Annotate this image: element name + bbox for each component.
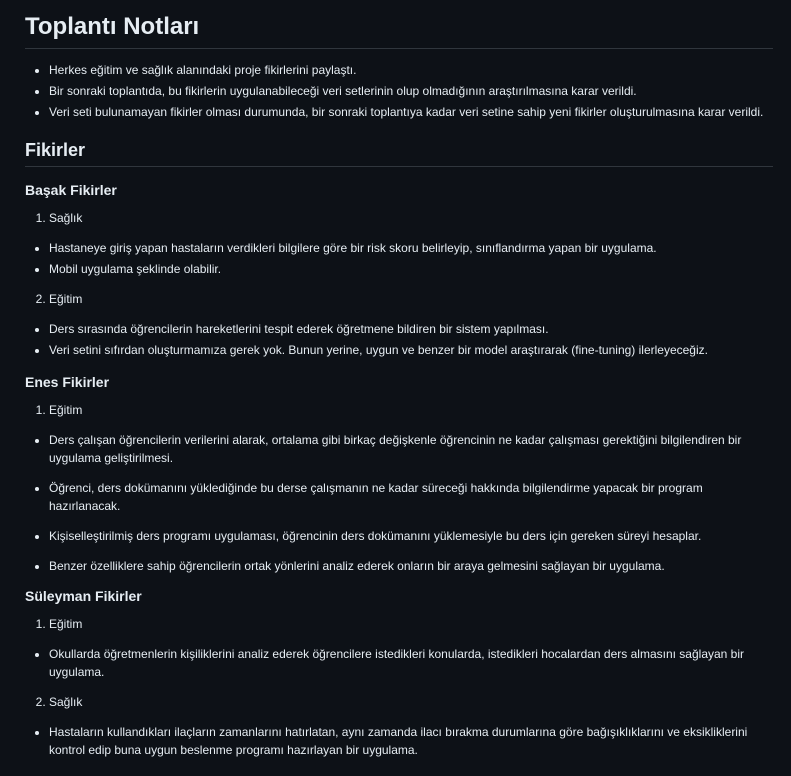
- list-item: Okullarda öğretmenlerin kişiliklerini an…: [49, 645, 773, 681]
- list-item: Ders sırasında öğrencilerin hareketlerin…: [49, 320, 773, 338]
- list-item: Hastaların kullandıkları ilaçların zaman…: [49, 723, 773, 759]
- suleyman-heading: Süleyman Fikirler: [25, 588, 142, 604]
- list-item: Hastaneye giriş yapan hastaların verdikl…: [49, 239, 773, 257]
- document: Toplantı Notları Herkes eğitim ve sağlık…: [0, 0, 791, 759]
- basak-health-list: Hastaneye giriş yapan hastaların verdikl…: [25, 239, 773, 278]
- suleyman-category-2: Sağlık: [25, 693, 773, 711]
- suleyman-health-list: Hastaların kullandıkları ilaçların zaman…: [25, 723, 773, 759]
- category-label: Eğitim: [49, 290, 773, 308]
- list-item: Veri setini sıfırdan oluşturmamıza gerek…: [49, 341, 773, 359]
- basak-heading: Başak Fikirler: [25, 182, 117, 198]
- category-label: Sağlık: [49, 693, 773, 711]
- list-item: Benzer özelliklere sahip öğrencilerin or…: [49, 557, 773, 575]
- suleyman-category-1: Eğitim: [25, 615, 773, 633]
- category-label: Eğitim: [49, 401, 773, 419]
- list-item: Kişiselleştirilmiş ders programı uygulam…: [49, 527, 773, 545]
- basak-education-list: Ders sırasında öğrencilerin hareketlerin…: [25, 320, 773, 359]
- list-item: Bir sonraki toplantıda, bu fikirlerin uy…: [49, 82, 773, 100]
- ideas-heading: Fikirler: [25, 139, 773, 167]
- list-item: Mobil uygulama şeklinde olabilir.: [49, 260, 773, 278]
- page-title: Toplantı Notları: [25, 12, 773, 49]
- category-label: Sağlık: [49, 209, 773, 227]
- list-item: Herkes eğitim ve sağlık alanındaki proje…: [49, 61, 773, 79]
- list-item: Ders çalışan öğrencilerin verilerini ala…: [49, 431, 773, 467]
- suleyman-education-list: Okullarda öğretmenlerin kişiliklerini an…: [25, 645, 773, 681]
- enes-category-1: Eğitim: [25, 401, 773, 419]
- enes-heading: Enes Fikirler: [25, 374, 110, 390]
- summary-list: Herkes eğitim ve sağlık alanındaki proje…: [25, 61, 773, 121]
- list-item: Veri seti bulunamayan fikirler olması du…: [49, 103, 773, 121]
- basak-category-2: Eğitim: [25, 290, 773, 308]
- list-item: Öğrenci, ders dokümanını yüklediğinde bu…: [49, 479, 773, 515]
- category-label: Eğitim: [49, 615, 773, 633]
- enes-education-list: Ders çalışan öğrencilerin verilerini ala…: [25, 431, 773, 575]
- basak-category-1: Sağlık: [25, 209, 773, 227]
